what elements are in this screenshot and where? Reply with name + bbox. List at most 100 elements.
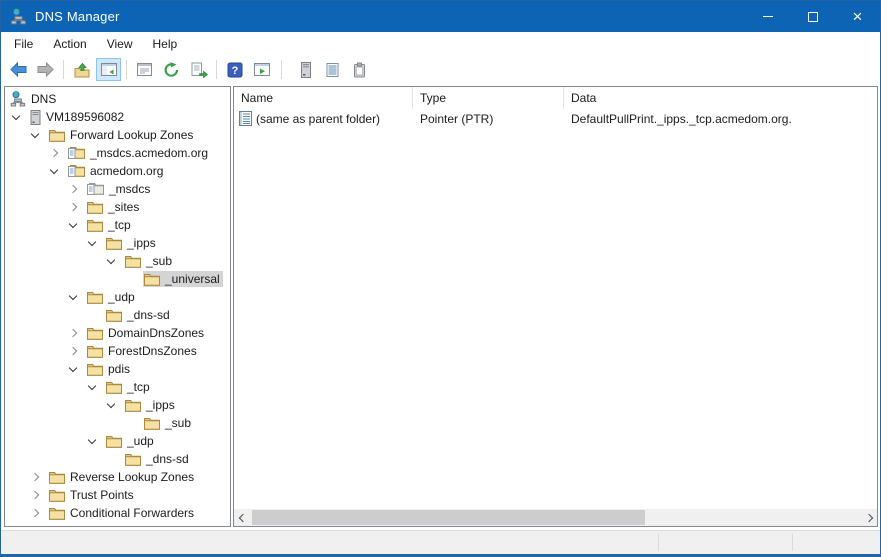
- toolbar-button-export-list[interactable]: [186, 58, 211, 81]
- tree-item--msdcs[interactable]: _msdcs: [5, 180, 230, 198]
- tree-item-reverse-lookup-zones[interactable]: Reverse Lookup Zones: [5, 468, 230, 486]
- chevron-right-icon[interactable]: [31, 473, 39, 481]
- tree-expander-slot: [104, 403, 124, 407]
- folder-icon: [106, 309, 122, 322]
- tree-item--udp[interactable]: _udp: [5, 432, 230, 450]
- toolbar-button-up-one-level[interactable]: [69, 58, 94, 81]
- chevron-down-icon[interactable]: [69, 364, 77, 372]
- tree-item--dns-sd[interactable]: _dns-sd: [5, 306, 230, 324]
- toolbar-button-forward[interactable]: [33, 58, 58, 81]
- menu-item-file[interactable]: File: [4, 34, 43, 54]
- tree-item--sites[interactable]: _sites: [5, 198, 230, 216]
- column-header-name[interactable]: Name: [234, 87, 413, 109]
- tree-expander-slot: [47, 150, 67, 156]
- tree-item-vm189596082[interactable]: VM189596082: [5, 108, 230, 126]
- tree-item-dns[interactable]: DNS: [5, 90, 230, 108]
- tree-item-forward-lookup-zones[interactable]: Forward Lookup Zones: [5, 126, 230, 144]
- folder-icon: [49, 471, 65, 484]
- toolbar-button-show-console-tree[interactable]: [96, 58, 121, 81]
- tree-item--sub[interactable]: _sub: [5, 252, 230, 270]
- folder-icon: [87, 345, 103, 358]
- tree-item--dns-sd[interactable]: _dns-sd: [5, 450, 230, 468]
- chevron-down-icon[interactable]: [12, 112, 20, 120]
- tree-item-content: _ipps: [124, 397, 178, 413]
- chevron-right-icon[interactable]: [31, 509, 39, 517]
- chevron-right-icon[interactable]: [31, 491, 39, 499]
- tree-expander-slot: [28, 492, 48, 498]
- close-button[interactable]: ×: [835, 1, 880, 32]
- column-header-data[interactable]: Data: [564, 87, 877, 109]
- tree-item-label: _udp: [127, 434, 154, 448]
- tree-item-domaindnszones[interactable]: DomainDnsZones: [5, 324, 230, 342]
- chevron-down-icon[interactable]: [88, 382, 96, 390]
- menu-item-view[interactable]: View: [97, 34, 143, 54]
- tree-item-label: _dns-sd: [127, 308, 170, 322]
- chevron-down-icon[interactable]: [107, 256, 115, 264]
- chevron-right-icon[interactable]: [69, 347, 77, 355]
- chevron-down-icon[interactable]: [88, 436, 96, 444]
- chevron-right-icon[interactable]: [69, 329, 77, 337]
- tree-item--sub[interactable]: _sub: [5, 414, 230, 432]
- chevron-down-icon[interactable]: [107, 400, 115, 408]
- menu-item-action[interactable]: Action: [43, 34, 96, 54]
- tree-item-label: _dns-sd: [146, 452, 189, 466]
- menu-item-help[interactable]: Help: [143, 34, 188, 54]
- toolbar-button-help[interactable]: ?: [222, 58, 247, 81]
- up-folder-icon: [73, 62, 91, 78]
- folder-icon: [106, 381, 122, 394]
- tree-item-content: DomainDnsZones: [86, 325, 207, 341]
- chevron-down-icon[interactable]: [88, 238, 96, 246]
- maximize-button[interactable]: [790, 1, 835, 32]
- tree-item--tcp[interactable]: _tcp: [5, 216, 230, 234]
- tree-item-forestdnszones[interactable]: ForestDnsZones: [5, 342, 230, 360]
- tree-expander-slot: [66, 367, 86, 371]
- tree-item-pdis[interactable]: pdis: [5, 360, 230, 378]
- tree-item-acmedom-org[interactable]: acmedom.org: [5, 162, 230, 180]
- chevron-down-icon[interactable]: [50, 166, 58, 174]
- folder-icon: [87, 201, 103, 214]
- tree-item--universal[interactable]: _universal: [5, 270, 230, 288]
- chevron-right-icon[interactable]: [69, 203, 77, 211]
- column-header-type[interactable]: Type: [413, 87, 564, 109]
- list-row[interactable]: (same as parent folder)Pointer (PTR)Defa…: [234, 109, 877, 128]
- tree-item--ipps[interactable]: _ipps: [5, 396, 230, 414]
- tree-item-label: _tcp: [108, 218, 131, 232]
- statusbar: [1, 530, 880, 554]
- toolbar-button-dns-server-tool[interactable]: [293, 58, 318, 81]
- tree-item-trust-points[interactable]: Trust Points: [5, 486, 230, 504]
- minimize-icon: [763, 16, 773, 17]
- toolbar-button-refresh[interactable]: [159, 58, 184, 81]
- toolbar-button-new-window[interactable]: [249, 58, 274, 81]
- chevron-right-icon[interactable]: [50, 149, 58, 157]
- minimize-button[interactable]: [745, 1, 790, 32]
- column-header-name-label: Name: [241, 91, 273, 105]
- toolbar-button-record-list-tool[interactable]: [320, 58, 345, 81]
- chevron-down-icon[interactable]: [31, 130, 39, 138]
- toolbar-button-properties[interactable]: [132, 58, 157, 81]
- chevron-down-icon[interactable]: [69, 220, 77, 228]
- scroll-thumb[interactable]: [252, 510, 645, 525]
- tree-item--msdcs-acmedom-org[interactable]: _msdcs.acmedom.org: [5, 144, 230, 162]
- tree-item--ipps[interactable]: _ipps: [5, 234, 230, 252]
- tree-item-content: _tcp: [86, 217, 134, 233]
- toolbar-button-back[interactable]: [6, 58, 31, 81]
- tree-item-content: Conditional Forwarders: [48, 505, 197, 521]
- tree-item-label: Trust Points: [70, 488, 134, 502]
- horizontal-scrollbar[interactable]: [234, 509, 877, 526]
- chevron-down-icon[interactable]: [69, 292, 77, 300]
- tree-item-label: acmedom.org: [90, 164, 163, 178]
- tree-item--tcp[interactable]: _tcp: [5, 378, 230, 396]
- scroll-right-button[interactable]: [860, 509, 877, 526]
- tree-item-label: _ipps: [146, 398, 175, 412]
- tree-item-label: VM189596082: [46, 110, 124, 124]
- toolbar-button-clipboard-tool[interactable]: [347, 58, 372, 81]
- toolbar-separator: [126, 60, 127, 79]
- tree-item-content: _universal: [143, 271, 223, 287]
- chevron-right-icon: [864, 513, 872, 521]
- tree-item--udp[interactable]: _udp: [5, 288, 230, 306]
- chevron-right-icon[interactable]: [69, 185, 77, 193]
- scroll-left-button[interactable]: [234, 509, 251, 526]
- tree-expander-slot: [47, 169, 67, 173]
- tree-item-conditional-forwarders[interactable]: Conditional Forwarders: [5, 504, 230, 522]
- window-title: DNS Manager: [35, 9, 120, 24]
